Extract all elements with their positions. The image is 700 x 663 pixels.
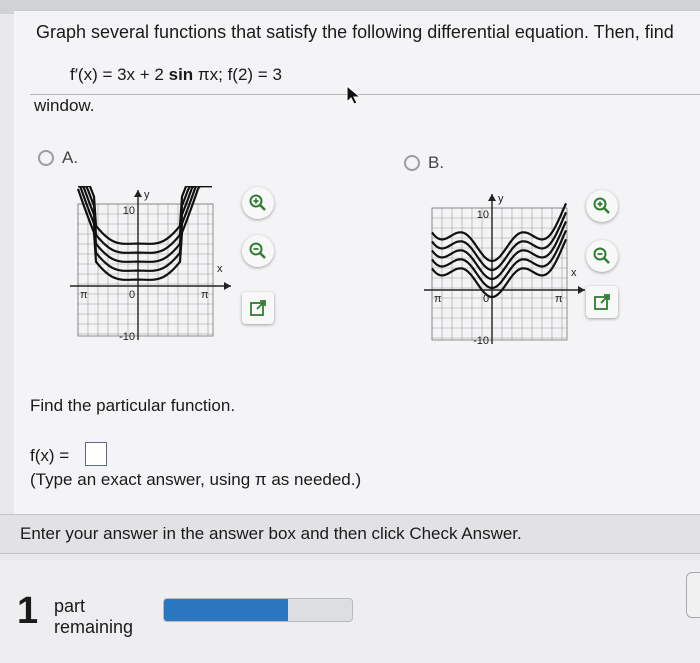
y-tick-bottom-label: -10 <box>119 331 135 343</box>
parts-label-line1: part <box>54 596 86 616</box>
expand-window-icon <box>250 300 266 316</box>
window-text: window. <box>34 96 95 115</box>
divider <box>30 94 700 95</box>
y-axis-label: y <box>144 189 150 201</box>
zoom-in-icon <box>249 194 266 211</box>
enlarge-graph-a-button[interactable] <box>242 292 274 324</box>
zoom-out-b-button[interactable] <box>586 240 618 272</box>
origin-label: 0 <box>129 289 135 301</box>
y-tick-top-label: 10 <box>123 205 135 217</box>
equation-sin: sin <box>168 65 194 84</box>
option-b-radio[interactable] <box>404 155 420 171</box>
find-particular-text: Find the particular function. <box>30 396 236 415</box>
fx-label: f(x) = <box>30 446 70 465</box>
expand-window-icon <box>594 294 610 310</box>
progress-fill <box>164 599 289 621</box>
zoom-in-a-button[interactable] <box>242 187 274 219</box>
y-axis-label: y <box>498 193 504 205</box>
graph-option-b: 10 -10 π π x y 0 <box>424 193 585 347</box>
zoom-in-icon <box>593 197 610 214</box>
x-axis-arrow <box>578 286 585 294</box>
y-tick-bottom-label: -10 <box>473 335 489 347</box>
parts-remaining-count: 1 <box>17 590 39 632</box>
y-axis-arrow <box>488 194 496 201</box>
origin-label: 0 <box>483 293 489 305</box>
equation-rhs: πx; f(2) = 3 <box>193 65 282 84</box>
differential-equation: f′(x) = 3x + 2 sin πx; f(2) = 3 <box>70 65 282 85</box>
option-a-letter: A. <box>62 148 79 167</box>
x-axis-label: x <box>571 267 577 279</box>
y-tick-top-label: 10 <box>477 209 489 221</box>
enlarge-graph-b-button[interactable] <box>586 286 618 318</box>
zoom-out-icon <box>593 247 610 264</box>
x-axis-label: x <box>217 263 223 275</box>
x-tick-right-label: π <box>201 289 209 301</box>
parts-label-line2: remaining <box>54 617 134 637</box>
zoom-out-icon <box>249 242 266 259</box>
x-tick-left-label: π <box>434 293 442 305</box>
parts-remaining-label: part remaining <box>54 596 133 638</box>
answer-hint: (Type an exact answer, using π as needed… <box>30 470 362 489</box>
x-axis-arrow <box>224 282 231 290</box>
graph-option-a: 10 -10 π π x y 0 <box>70 186 231 343</box>
check-answer-button[interactable] <box>686 572 700 618</box>
option-a-radio[interactable] <box>38 150 54 166</box>
zoom-out-a-button[interactable] <box>242 235 274 267</box>
x-tick-right-label: π <box>555 293 563 305</box>
zoom-in-b-button[interactable] <box>586 190 618 222</box>
mouse-cursor-icon <box>346 84 362 105</box>
option-b-letter: B. <box>428 153 445 172</box>
x-tick-left-label: π <box>80 289 88 301</box>
equation-lhs: f′(x) = 3x + 2 <box>70 65 169 84</box>
question-prompt: Graph several functions that satisfy the… <box>36 22 674 42</box>
y-axis-arrow <box>134 190 142 197</box>
instruction-text: Enter your answer in the answer box and … <box>20 524 522 543</box>
progress-bar <box>163 598 353 622</box>
answer-input[interactable] <box>85 442 107 466</box>
